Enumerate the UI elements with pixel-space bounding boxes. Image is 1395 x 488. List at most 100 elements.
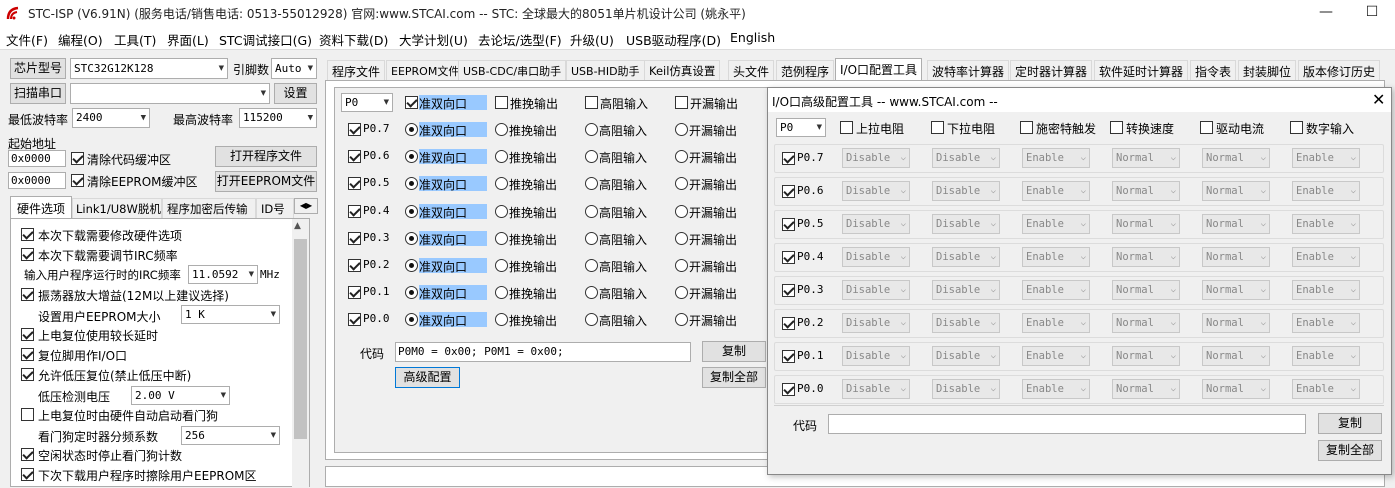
pin-mode-opendrain-radio[interactable] <box>675 286 688 299</box>
adv-drive-current-select[interactable]: Normal ⌵ <box>1202 148 1270 168</box>
maximize-icon[interactable]: ☐ <box>1349 0 1395 26</box>
adv-pullup-all-checkbox[interactable] <box>840 121 853 134</box>
max-baud-select[interactable]: 115200 ▼ <box>239 108 317 128</box>
menu-usb-driver[interactable]: USB驱动程序(D) <box>626 30 721 49</box>
tab-encrypted-transfer[interactable]: 程序加密后传输 <box>162 198 256 218</box>
adv-pullup-select[interactable]: Disable ⌵ <box>842 379 910 399</box>
osc-gain-checkbox[interactable] <box>21 288 34 301</box>
adv-slew-rate-select[interactable]: Normal ⌵ <box>1112 214 1180 234</box>
pin-mode-highz-radio[interactable] <box>585 313 598 326</box>
menu-program[interactable]: 编程(O) <box>58 30 103 49</box>
auto-watchdog-checkbox[interactable] <box>21 408 34 421</box>
tab-hardware-options[interactable]: 硬件选项 <box>10 196 72 218</box>
pin-mode-quasi-radio[interactable] <box>405 286 418 299</box>
adv-digital-input-select[interactable]: Enable ⌵ <box>1292 280 1360 300</box>
low-voltage-reset-checkbox[interactable] <box>21 368 34 381</box>
adv-pulldown-select[interactable]: Disable ⌵ <box>932 181 1000 201</box>
adv-pullup-select[interactable]: Disable ⌵ <box>842 280 910 300</box>
adv-digital-input-select[interactable]: Enable ⌵ <box>1292 181 1360 201</box>
pin-mode-pushpull-radio[interactable] <box>495 123 508 136</box>
adv-pin-checkbox[interactable] <box>782 350 795 363</box>
adv-pulldown-select[interactable]: Disable ⌵ <box>932 280 1000 300</box>
reset-pin-io-checkbox[interactable] <box>21 348 34 361</box>
tab-usb-cdc[interactable]: USB-CDC/串口助手 <box>458 60 567 80</box>
adv-pulldown-select[interactable]: Disable ⌵ <box>932 346 1000 366</box>
tab-timer-calc[interactable]: 定时器计算器 <box>1010 60 1093 80</box>
adv-slew-rate-select[interactable]: Normal ⌵ <box>1112 247 1180 267</box>
pin-mode-quasi-radio[interactable] <box>405 232 418 245</box>
menu-debug[interactable]: STC调试接口(G) <box>219 30 312 49</box>
menu-download[interactable]: 资料下载(D) <box>319 30 388 49</box>
adv-digital-input-all-checkbox[interactable] <box>1290 121 1303 134</box>
menu-tools[interactable]: 工具(T) <box>114 30 156 49</box>
tab-io-config[interactable]: I/O口配置工具 <box>835 58 923 80</box>
tab-eeprom-file[interactable]: EEPROM文件 <box>386 60 465 80</box>
pin-mode-opendrain-radio[interactable] <box>675 177 688 190</box>
menu-file[interactable]: 文件(F) <box>6 30 48 49</box>
pin-mode-quasi-radio[interactable] <box>405 313 418 326</box>
menu-interface[interactable]: 界面(L) <box>167 30 209 49</box>
tab-scroll-arrows[interactable]: ◀▶ <box>294 198 318 214</box>
adv-pin-checkbox[interactable] <box>782 152 795 165</box>
scrollbar[interactable]: ▲ <box>292 219 309 488</box>
adv-pulldown-all-checkbox[interactable] <box>931 121 944 134</box>
adv-schmitt-select[interactable]: Enable ⌵ <box>1022 214 1090 234</box>
adv-slew-rate-select[interactable]: Normal ⌵ <box>1112 313 1180 333</box>
pin-mode-quasi-radio[interactable] <box>405 259 418 272</box>
io-port-select[interactable]: P0 ▼ <box>341 93 393 112</box>
adv-pullup-select[interactable]: Disable ⌵ <box>842 247 910 267</box>
all-quasi-bidir-checkbox[interactable] <box>405 96 418 109</box>
copy-all-button[interactable]: 复制全部 <box>702 367 766 388</box>
adv-digital-input-select[interactable]: Enable ⌵ <box>1292 214 1360 234</box>
adv-slew-rate-select[interactable]: Normal ⌵ <box>1112 379 1180 399</box>
tab-link1-offline[interactable]: Link1/U8W脱机 <box>72 198 162 218</box>
scroll-up-icon[interactable]: ▲ <box>294 221 301 231</box>
chip-model-button[interactable]: 芯片型号 <box>10 58 66 79</box>
adv-slew-rate-select[interactable]: Normal ⌵ <box>1112 148 1180 168</box>
adv-slew-rate-select[interactable]: Normal ⌵ <box>1112 181 1180 201</box>
pin-mode-quasi-radio[interactable] <box>405 177 418 190</box>
pin-enable-checkbox[interactable] <box>348 232 361 245</box>
pin-mode-pushpull-radio[interactable] <box>495 177 508 190</box>
adv-drive-current-select[interactable]: Normal ⌵ <box>1202 181 1270 201</box>
adv-schmitt-select[interactable]: Enable ⌵ <box>1022 148 1090 168</box>
pin-enable-checkbox[interactable] <box>348 177 361 190</box>
pin-enable-checkbox[interactable] <box>348 313 361 326</box>
adv-digital-input-select[interactable]: Enable ⌵ <box>1292 313 1360 333</box>
adv-drive-current-select[interactable]: Normal ⌵ <box>1202 280 1270 300</box>
adv-pulldown-select[interactable]: Disable ⌵ <box>932 379 1000 399</box>
clear-code-checkbox[interactable] <box>71 152 84 165</box>
code-output[interactable]: P0M0 = 0x00; P0M1 = 0x00; <box>395 342 691 362</box>
pin-mode-opendrain-radio[interactable] <box>675 259 688 272</box>
modify-hw-options-checkbox[interactable] <box>21 228 34 241</box>
pin-mode-highz-radio[interactable] <box>585 205 598 218</box>
adv-drive-current-select[interactable]: Normal ⌵ <box>1202 247 1270 267</box>
adv-pullup-select[interactable]: Disable ⌵ <box>842 214 910 234</box>
pin-mode-pushpull-radio[interactable] <box>495 259 508 272</box>
pin-mode-quasi-radio[interactable] <box>405 205 418 218</box>
adv-code-output[interactable] <box>828 414 1306 434</box>
code-start-address[interactable]: 0x0000 <box>8 150 66 167</box>
adv-pulldown-select[interactable]: Disable ⌵ <box>932 214 1000 234</box>
pin-mode-highz-radio[interactable] <box>585 232 598 245</box>
min-baud-select[interactable]: 2400 ▼ <box>72 108 150 128</box>
pin-mode-opendrain-radio[interactable] <box>675 313 688 326</box>
irc-frequency-select[interactable]: 11.0592 ▼ <box>188 265 258 284</box>
pin-enable-checkbox[interactable] <box>348 259 361 272</box>
pin-enable-checkbox[interactable] <box>348 286 361 299</box>
adv-pulldown-select[interactable]: Disable ⌵ <box>932 247 1000 267</box>
open-eeprom-button[interactable]: 打开EEPROM文件 <box>215 171 317 192</box>
pin-mode-highz-radio[interactable] <box>585 177 598 190</box>
adv-schmitt-select[interactable]: Enable ⌵ <box>1022 379 1090 399</box>
adv-slew-rate-select[interactable]: Normal ⌵ <box>1112 346 1180 366</box>
adv-slew-rate-all-checkbox[interactable] <box>1110 121 1123 134</box>
tab-usb-hid[interactable]: USB-HID助手 <box>566 60 645 80</box>
tab-package-pins[interactable]: 封装脚位 <box>1238 60 1297 80</box>
all-high-z-checkbox[interactable] <box>585 96 598 109</box>
all-push-pull-checkbox[interactable] <box>495 96 508 109</box>
adjust-irc-checkbox[interactable] <box>21 248 34 261</box>
adv-schmitt-select[interactable]: Enable ⌵ <box>1022 181 1090 201</box>
adv-pin-checkbox[interactable] <box>782 218 795 231</box>
long-reset-delay-checkbox[interactable] <box>21 328 34 341</box>
pin-mode-opendrain-radio[interactable] <box>675 150 688 163</box>
